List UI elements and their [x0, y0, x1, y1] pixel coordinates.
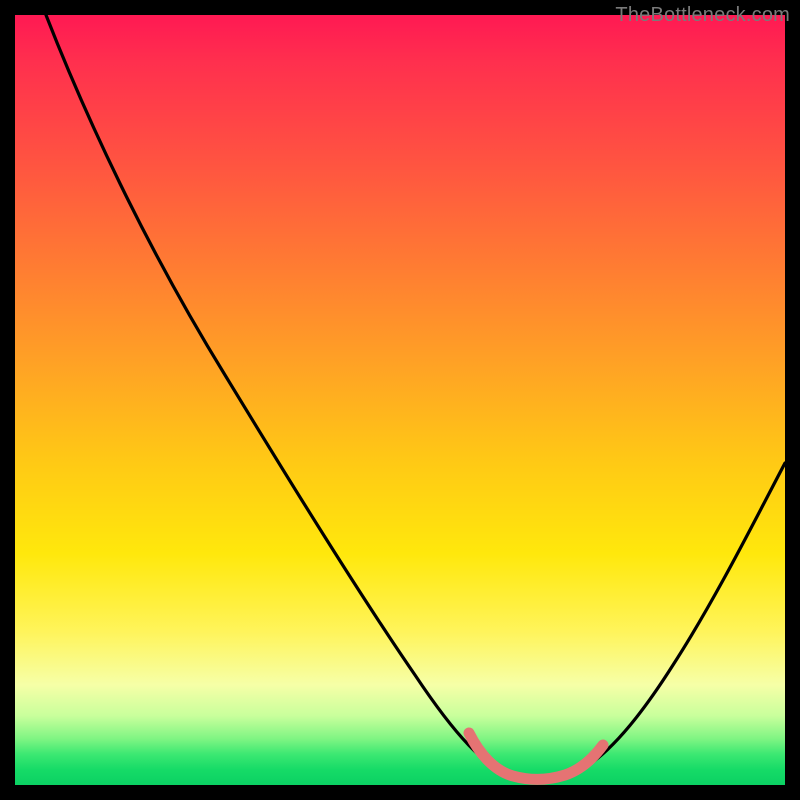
- watermark-text: TheBottleneck.com: [615, 4, 790, 27]
- curve-overlay: [15, 15, 785, 785]
- plot-area: [15, 15, 785, 785]
- chart-container: TheBottleneck.com: [0, 0, 800, 800]
- highlight-segment: [469, 733, 603, 779]
- main-curve: [46, 15, 785, 778]
